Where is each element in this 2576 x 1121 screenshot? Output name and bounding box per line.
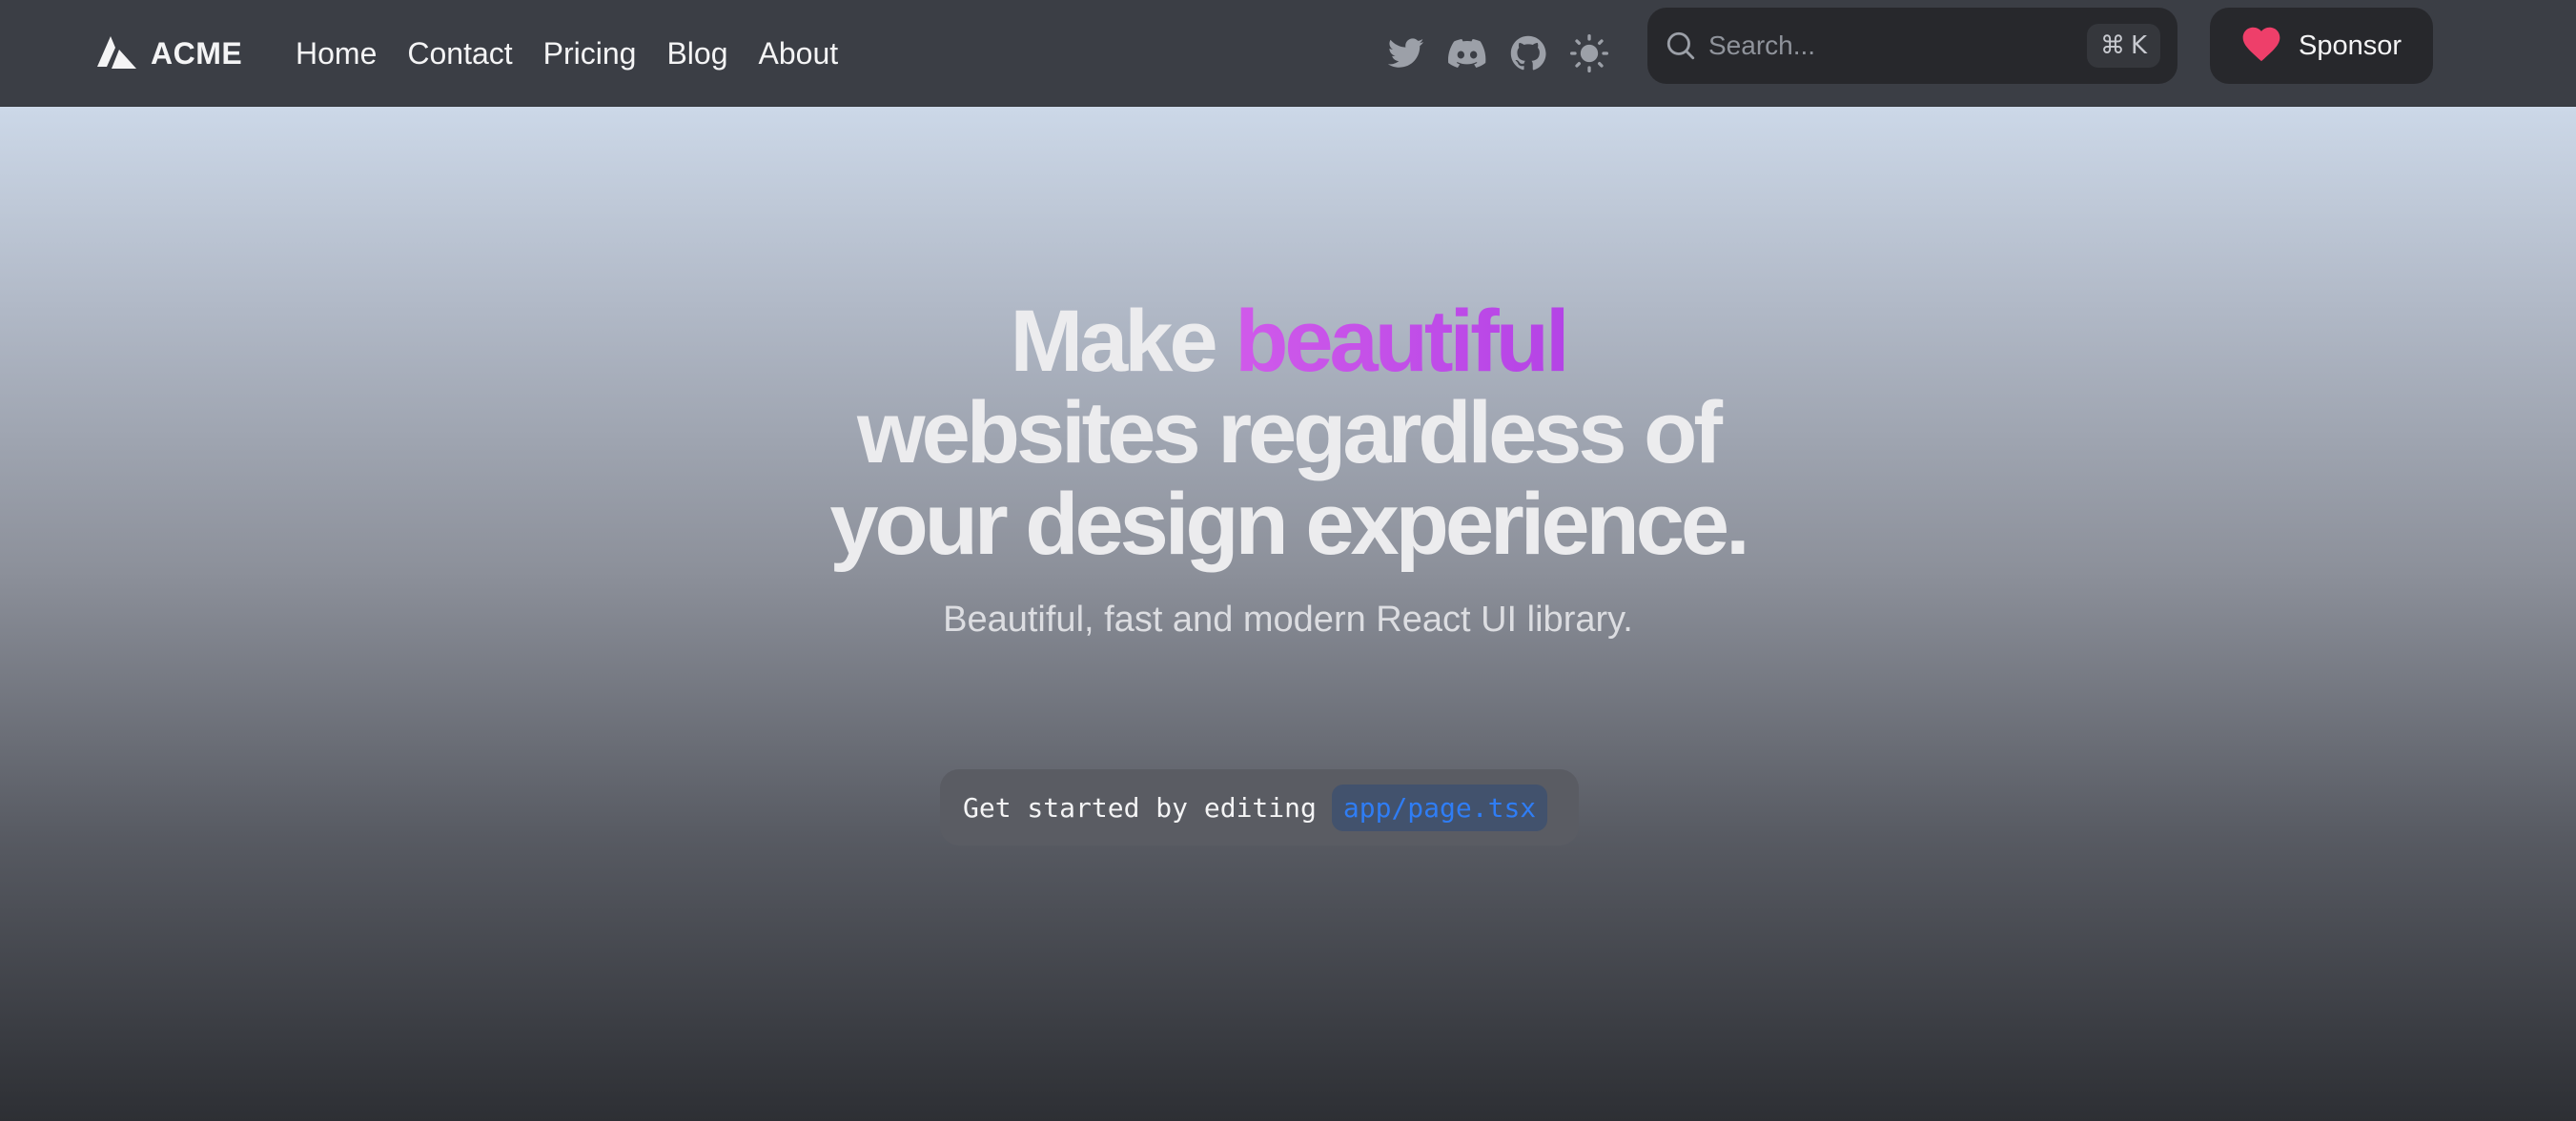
social-links xyxy=(1387,25,1608,82)
hero-title: Make beautiful websites regardless of yo… xyxy=(0,296,2576,570)
navbar: ACME Home Contact Pricing Blog About Sea… xyxy=(0,0,2576,107)
discord-icon[interactable] xyxy=(1448,34,1486,72)
acme-logo-icon xyxy=(97,36,137,71)
github-icon[interactable] xyxy=(1509,34,1547,72)
brand-name: ACME xyxy=(151,35,243,71)
nav-link-about[interactable]: About xyxy=(759,36,839,71)
heart-icon xyxy=(2241,26,2281,67)
hero: Make beautiful websites regardless of yo… xyxy=(0,296,2576,642)
get-started-text: Get started by editing xyxy=(963,791,1317,824)
sponsor-button[interactable]: Sponsor xyxy=(2210,8,2433,84)
nav-link-home[interactable]: Home xyxy=(296,36,377,71)
nav-link-blog[interactable]: Blog xyxy=(666,36,727,71)
search-shortcut: ⌘ K xyxy=(2086,24,2160,68)
hero-title-line3: your design experience. xyxy=(829,476,1749,573)
hero-subtitle: Beautiful, fast and modern React UI libr… xyxy=(943,600,1633,640)
nav-link-contact[interactable]: Contact xyxy=(407,36,512,71)
sponsor-label: Sponsor xyxy=(2298,30,2402,61)
hero-title-accent: beautiful xyxy=(1235,293,1569,390)
hero-title-line2: websites regardless of xyxy=(857,384,1723,481)
hero-title-part1: Make xyxy=(1010,293,1236,390)
search-icon xyxy=(1665,30,1697,62)
nav-link-pricing[interactable]: Pricing xyxy=(543,36,637,71)
search-box[interactable]: ⌘ K xyxy=(1647,8,2177,84)
sun-icon[interactable] xyxy=(1570,34,1608,72)
brand[interactable]: ACME xyxy=(97,25,242,82)
command-key-symbol: ⌘ xyxy=(2099,31,2125,60)
nav-links: Home Contact Pricing Blog About xyxy=(296,25,838,82)
get-started-snippet: Get started by editing app/page.tsx xyxy=(940,769,1579,846)
search-input[interactable] xyxy=(1708,31,2087,61)
twitter-icon[interactable] xyxy=(1387,34,1425,72)
shortcut-key: K xyxy=(2130,31,2147,60)
code-filename[interactable]: app/page.tsx xyxy=(1331,784,1548,831)
